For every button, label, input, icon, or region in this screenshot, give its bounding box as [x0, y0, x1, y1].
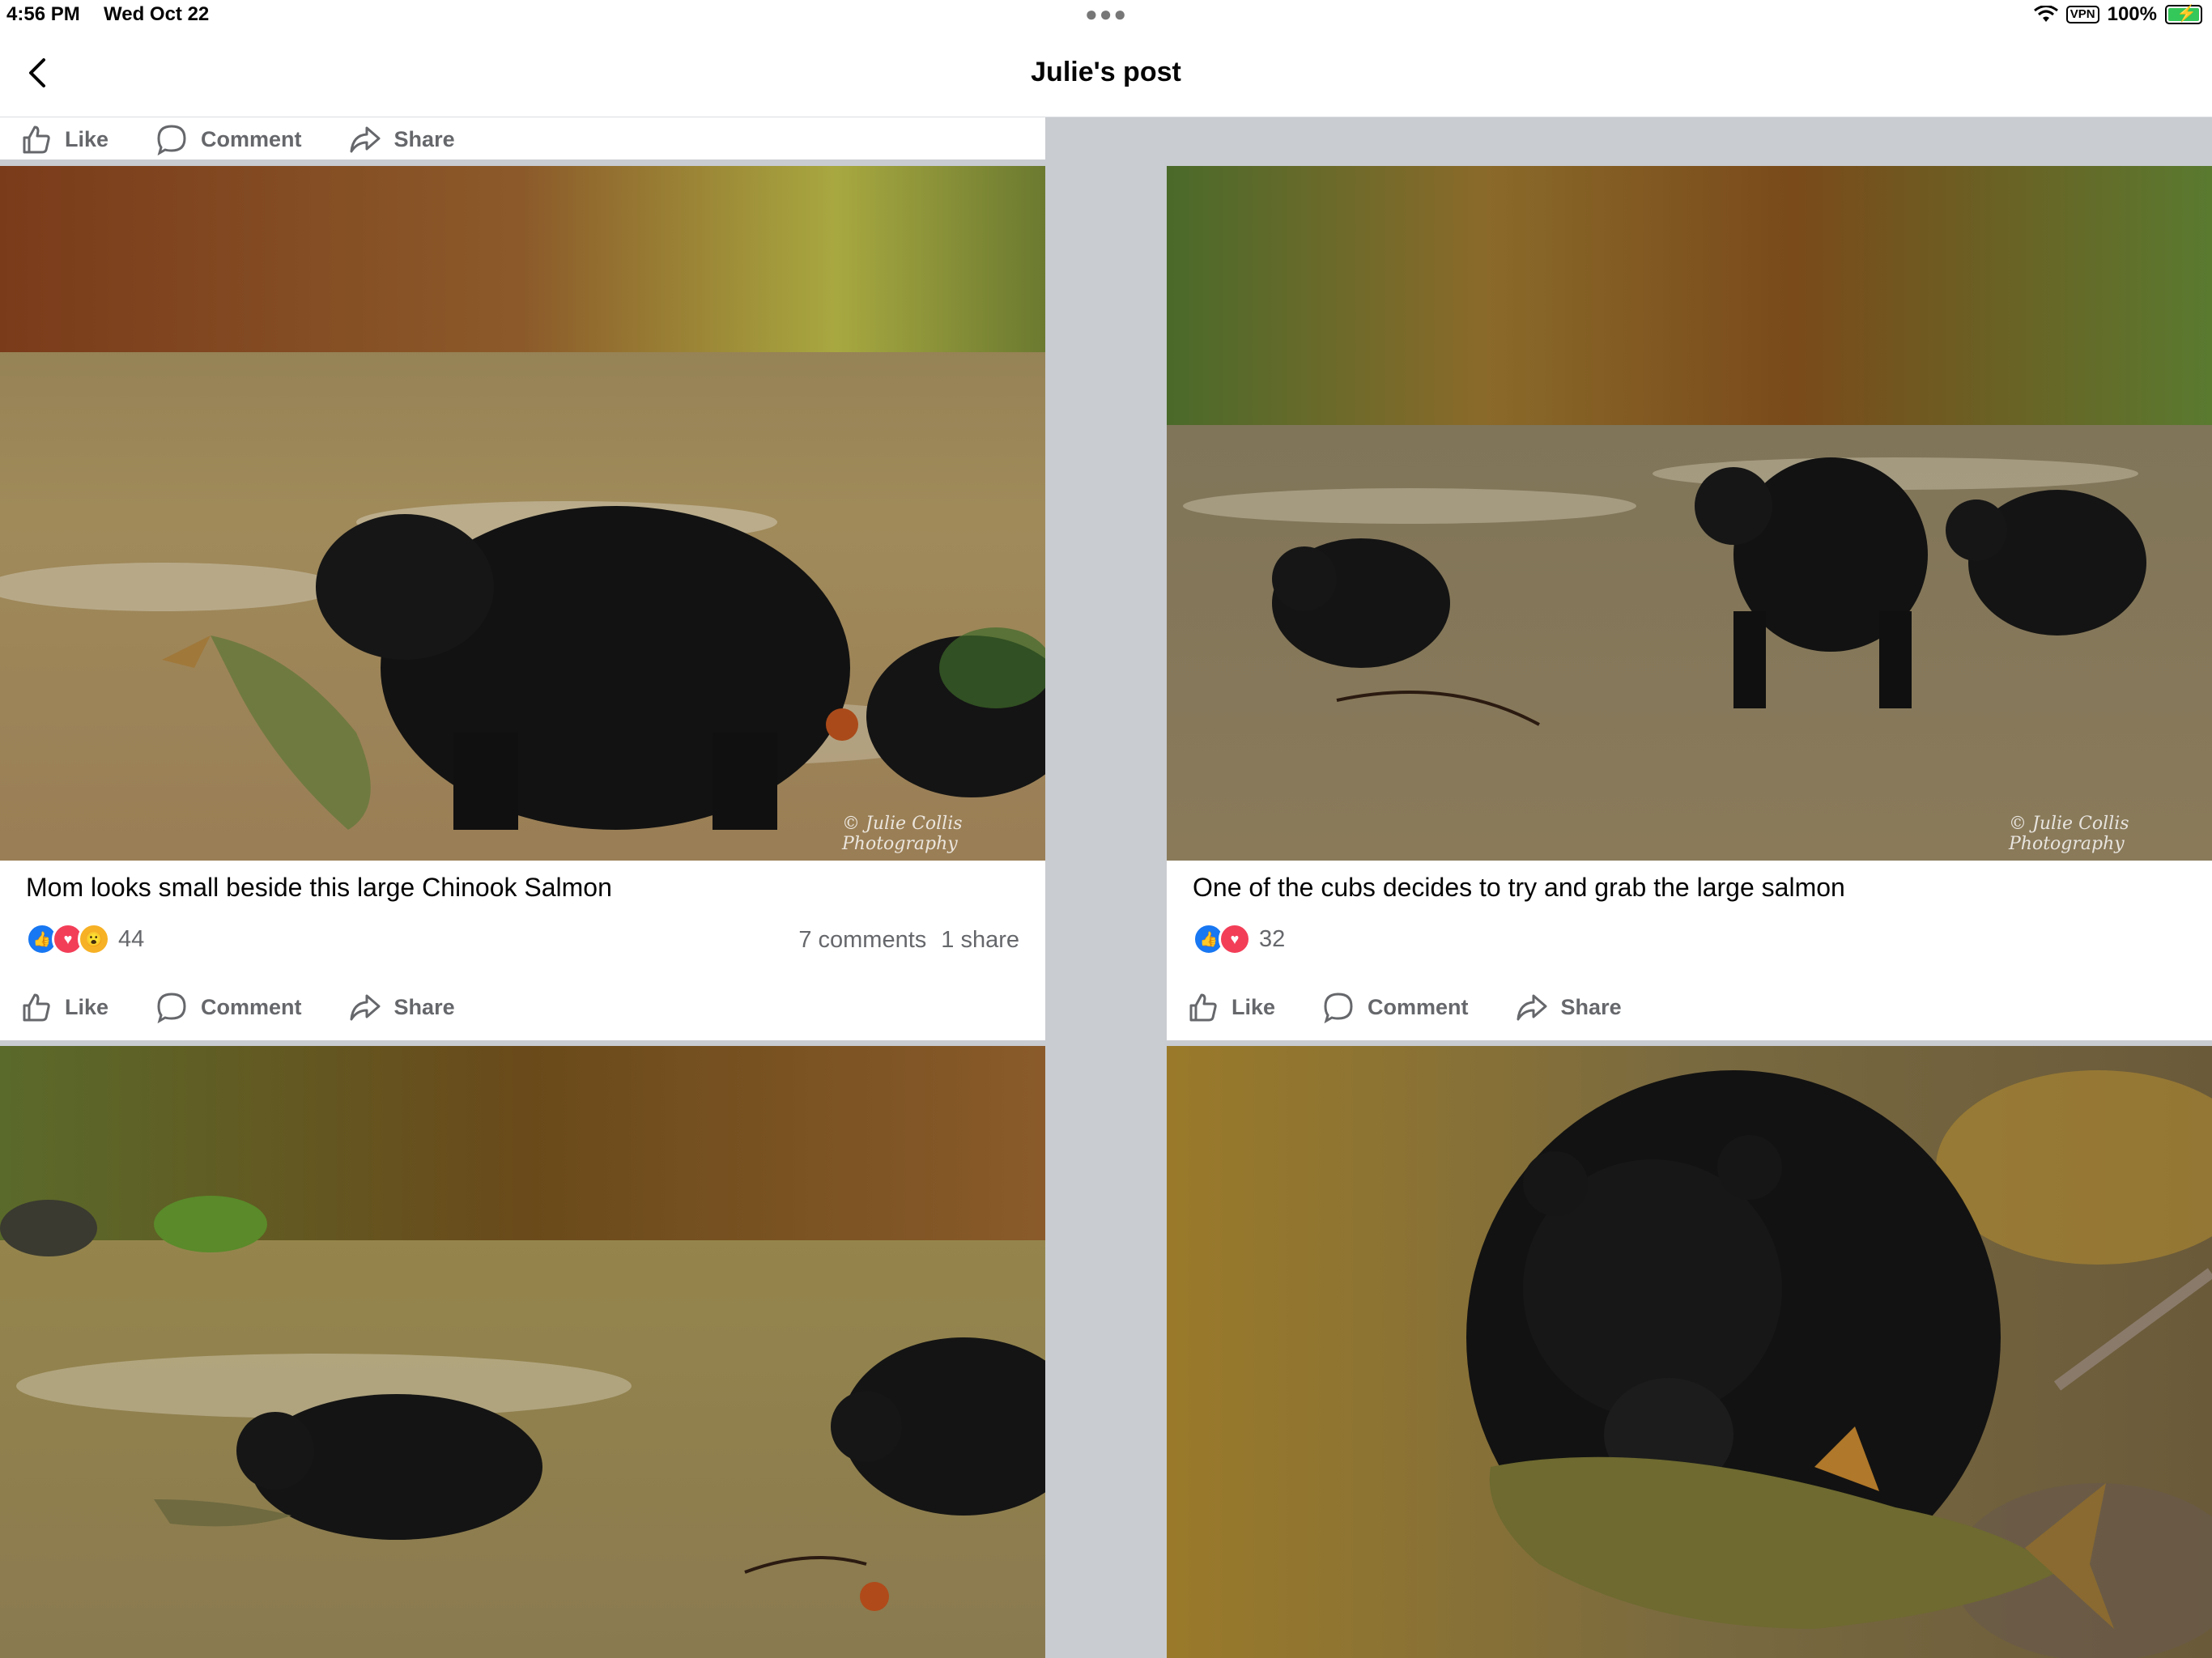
share-count-link[interactable]: 1 share: [941, 927, 1019, 954]
post-caption: One of the cubs decides to try and grab …: [1193, 873, 1845, 902]
post-card: [1167, 1046, 2212, 1658]
reaction-summary[interactable]: 👍 ♥ 😮 44: [26, 923, 144, 955]
share-button[interactable]: Share: [349, 123, 455, 155]
status-time: 4:56 PM: [6, 3, 80, 25]
comment-count-link[interactable]: 7 comments: [798, 927, 926, 954]
reaction-summary[interactable]: 👍 ♥ 32: [1193, 923, 1285, 955]
like-button[interactable]: Like: [1186, 991, 1275, 1023]
vpn-badge: VPN: [2065, 6, 2099, 23]
reaction-count: 32: [1259, 925, 1286, 952]
share-label: Share: [393, 126, 455, 151]
share-icon: [350, 994, 381, 1021]
post-card: © Julie Collis Photography Mom looks sma…: [0, 166, 1045, 1040]
love-reaction-icon: ♥: [1219, 923, 1251, 955]
thumbs-up-icon: [23, 125, 50, 154]
status-date: Wed Oct 22: [104, 3, 210, 25]
comment-icon: [1324, 993, 1353, 1023]
photo-watermark: © Julie Collis Photography: [842, 814, 963, 854]
battery-percent: 100%: [2107, 3, 2157, 25]
page-title: Julie's post: [1031, 57, 1181, 87]
post-stats: 7 comments 1 share: [798, 927, 1019, 954]
wifi-icon: [2033, 6, 2058, 22]
thumbs-up-icon: [23, 993, 50, 1022]
comment-button[interactable]: Comment: [1322, 991, 1469, 1023]
share-icon: [1516, 994, 1547, 1021]
comment-icon: [157, 125, 186, 155]
comment-label: Comment: [201, 994, 302, 1019]
like-button[interactable]: Like: [19, 123, 108, 155]
thumbs-up-icon: [1189, 993, 1217, 1022]
comment-button[interactable]: Comment: [155, 991, 302, 1023]
photo-watermark: © Julie Collis Photography: [2009, 814, 2129, 854]
post-card: [0, 1046, 1045, 1658]
share-icon: [350, 126, 381, 153]
multitasking-dots-icon[interactable]: ●●●: [1085, 2, 1128, 27]
comment-label: Comment: [201, 126, 302, 151]
post-photo[interactable]: [1167, 1046, 2212, 1658]
comment-button[interactable]: Comment: [155, 123, 302, 155]
post-card: © Julie Collis Photography One of the cu…: [1167, 166, 2212, 1040]
post-photo[interactable]: © Julie Collis Photography: [1167, 166, 2212, 861]
battery-icon: ⚡: [2165, 5, 2202, 24]
status-bar: 4:56 PM Wed Oct 22 ●●● VPN 100% ⚡: [0, 0, 2212, 32]
comment-icon: [157, 993, 186, 1023]
share-button[interactable]: Share: [1516, 991, 1622, 1023]
previous-post-actions: Like Comment Share: [0, 117, 1045, 159]
reaction-count: 44: [118, 925, 145, 952]
post-photo[interactable]: © Julie Collis Photography: [0, 166, 1045, 861]
nav-bar: Julie's post: [0, 32, 2212, 117]
post-action-bar: Like Comment Share: [0, 976, 483, 1039]
status-right: VPN 100% ⚡: [2033, 3, 2202, 26]
share-button[interactable]: Share: [349, 991, 455, 1023]
like-label: Like: [1231, 994, 1276, 1019]
like-label: Like: [65, 126, 109, 151]
like-button[interactable]: Like: [19, 991, 108, 1023]
share-label: Share: [1560, 994, 1622, 1019]
post-photo[interactable]: [0, 1046, 1045, 1658]
wow-reaction-icon: 😮: [78, 923, 110, 955]
comment-label: Comment: [1368, 994, 1469, 1019]
post-caption: Mom looks small beside this large Chinoo…: [26, 873, 612, 902]
share-label: Share: [393, 994, 455, 1019]
post-action-bar: Like Comment Share: [1167, 976, 1649, 1039]
like-label: Like: [65, 994, 109, 1019]
